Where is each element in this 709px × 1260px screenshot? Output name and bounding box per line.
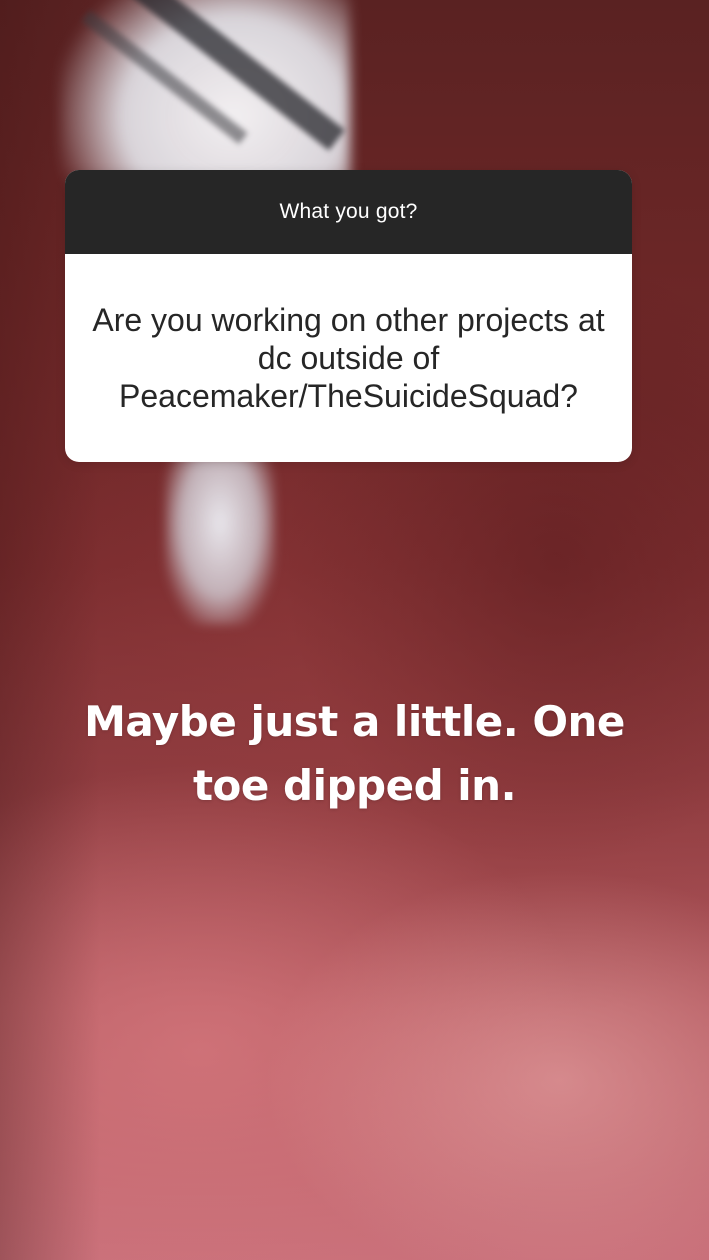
background-photo-window-reflection: [165, 455, 275, 625]
answer-text: Maybe just a little. One toe dipped in.: [84, 697, 625, 810]
story-view: What you got? Are you working on other p…: [0, 0, 709, 1260]
question-sticker-prompt: What you got?: [279, 200, 418, 223]
question-sticker-body: Are you working on other projects at dc …: [65, 254, 632, 462]
question-sticker-header: What you got?: [65, 170, 632, 254]
question-text: Are you working on other projects at dc …: [92, 302, 605, 414]
question-sticker[interactable]: What you got? Are you working on other p…: [65, 170, 632, 462]
